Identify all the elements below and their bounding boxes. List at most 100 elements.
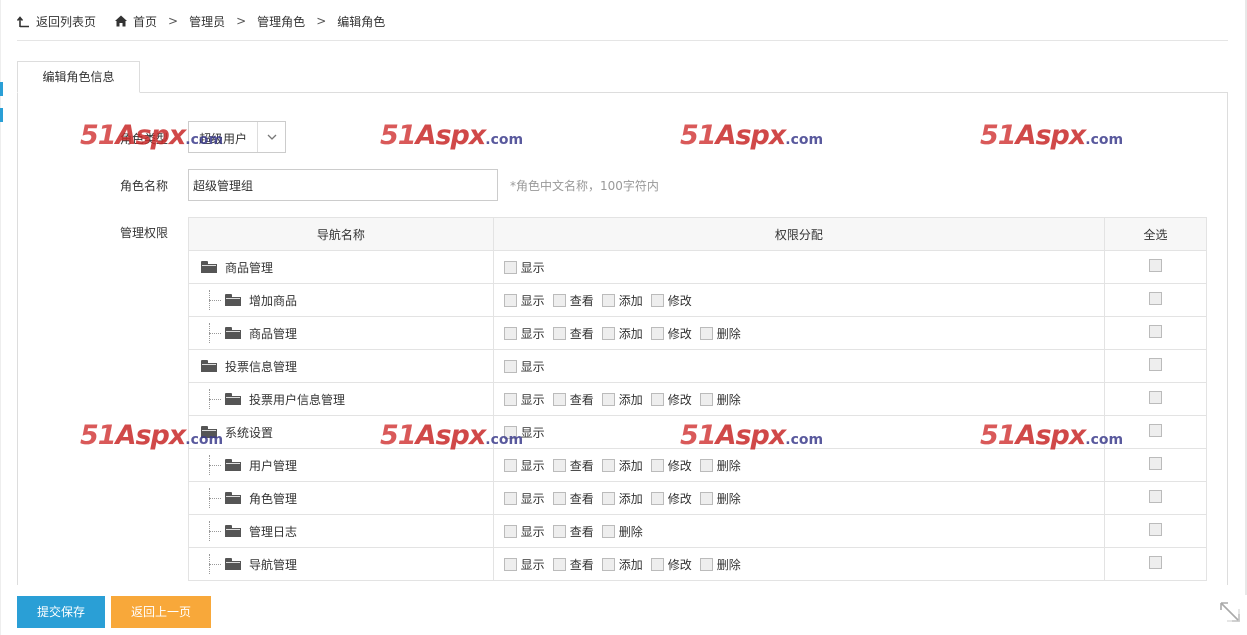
checkbox-box[interactable] xyxy=(552,392,566,406)
checkbox-box[interactable] xyxy=(503,392,517,406)
checkbox-box[interactable] xyxy=(503,557,517,571)
permission-checkbox[interactable]: 显示 xyxy=(503,259,545,276)
permission-checkbox[interactable]: 显示 xyxy=(503,292,545,309)
select-all-checkbox[interactable] xyxy=(1149,424,1163,437)
permission-checkbox[interactable]: 显示 xyxy=(503,523,545,540)
breadcrumb-admin[interactable]: 管理员 xyxy=(189,13,225,30)
checkbox-box[interactable] xyxy=(552,326,566,340)
permission-checkbox[interactable]: 显示 xyxy=(503,358,545,375)
nav-name-wrap: 导航管理 xyxy=(189,548,493,580)
checkbox-box[interactable] xyxy=(601,458,615,472)
permission-checkbox[interactable]: 删除 xyxy=(699,391,741,408)
select-all-checkbox[interactable] xyxy=(1149,457,1163,470)
checkbox-box[interactable] xyxy=(503,491,517,505)
table-row: 投票信息管理 显示 xyxy=(188,349,1207,383)
checkbox-box[interactable] xyxy=(699,458,713,472)
checkbox-box[interactable] xyxy=(503,359,517,373)
checkbox-box[interactable] xyxy=(650,557,664,571)
permission-checkbox[interactable]: 修改 xyxy=(650,457,692,474)
breadcrumb-home[interactable]: 首页 xyxy=(133,13,157,30)
permission-checkbox[interactable]: 显示 xyxy=(503,556,545,573)
select-all-checkbox[interactable] xyxy=(1149,556,1163,569)
select-all-checkbox[interactable] xyxy=(1149,523,1163,536)
permission-checkbox[interactable]: 显示 xyxy=(503,325,545,342)
permission-label: 查看 xyxy=(569,392,594,407)
checkbox-box[interactable] xyxy=(699,557,713,571)
select-all-checkbox[interactable] xyxy=(1149,358,1163,371)
select-all-checkbox[interactable] xyxy=(1149,292,1163,305)
permission-checkbox[interactable]: 修改 xyxy=(650,556,692,573)
checkbox-box[interactable] xyxy=(650,491,664,505)
permission-checkbox[interactable]: 显示 xyxy=(503,391,545,408)
tab-edit-role-info[interactable]: 编辑角色信息 xyxy=(17,61,140,93)
checkbox-box[interactable] xyxy=(503,326,517,340)
checkbox-box[interactable] xyxy=(552,458,566,472)
permission-checkbox[interactable]: 显示 xyxy=(503,424,545,441)
permission-checkbox[interactable]: 删除 xyxy=(699,325,741,342)
go-back-button[interactable]: 返回上一页 xyxy=(111,596,211,628)
permission-checkbox[interactable]: 修改 xyxy=(650,325,692,342)
checkbox-box[interactable] xyxy=(650,293,664,307)
folder-icon xyxy=(201,360,217,372)
permission-checkbox[interactable]: 添加 xyxy=(601,391,643,408)
breadcrumb: 返回列表页 首页 > 管理员 > 管理角色 > 编辑角色 xyxy=(17,11,385,31)
checkbox-box[interactable] xyxy=(552,293,566,307)
checkbox-box[interactable] xyxy=(601,326,615,340)
permission-checkbox[interactable]: 删除 xyxy=(601,523,643,540)
role-name-input[interactable] xyxy=(188,169,498,201)
permission-checkbox[interactable]: 删除 xyxy=(699,556,741,573)
checkbox-box[interactable] xyxy=(503,260,517,274)
checkbox-box[interactable] xyxy=(650,392,664,406)
select-all-checkbox[interactable] xyxy=(1149,391,1163,404)
submit-save-button[interactable]: 提交保存 xyxy=(17,596,105,628)
breadcrumb-manage-roles[interactable]: 管理角色 xyxy=(257,13,305,30)
select-all-checkbox[interactable] xyxy=(1149,325,1163,338)
permission-checkbox[interactable]: 添加 xyxy=(601,490,643,507)
permissions-wrap: 显示 xyxy=(494,251,1104,283)
checkbox-box[interactable] xyxy=(503,524,517,538)
permission-checkbox[interactable]: 查看 xyxy=(552,325,594,342)
permission-checkbox[interactable]: 删除 xyxy=(699,457,741,474)
checkbox-box[interactable] xyxy=(699,491,713,505)
checkbox-box[interactable] xyxy=(601,557,615,571)
permission-checkbox[interactable]: 查看 xyxy=(552,490,594,507)
select-all-checkbox[interactable] xyxy=(1149,490,1163,503)
permission-checkbox[interactable]: 查看 xyxy=(552,556,594,573)
permission-checkbox[interactable]: 查看 xyxy=(552,457,594,474)
permission-checkbox[interactable]: 查看 xyxy=(552,391,594,408)
checkbox-box[interactable] xyxy=(503,425,517,439)
checkbox-box[interactable] xyxy=(601,392,615,406)
permission-label: 修改 xyxy=(667,392,692,407)
checkbox-box[interactable] xyxy=(503,293,517,307)
permission-checkbox[interactable]: 修改 xyxy=(650,292,692,309)
resize-corner-icon[interactable] xyxy=(1219,601,1241,623)
select-all-cell xyxy=(1104,316,1207,350)
permission-checkbox[interactable]: 查看 xyxy=(552,523,594,540)
checkbox-box[interactable] xyxy=(552,557,566,571)
permission-checkbox[interactable]: 显示 xyxy=(503,457,545,474)
select-all-cell xyxy=(1104,547,1207,581)
checkbox-box[interactable] xyxy=(601,524,615,538)
checkbox-box[interactable] xyxy=(503,458,517,472)
select-all-checkbox[interactable] xyxy=(1149,259,1163,272)
permission-checkbox[interactable]: 显示 xyxy=(503,490,545,507)
checkbox-box[interactable] xyxy=(650,326,664,340)
role-type-select[interactable]: 超级用户 xyxy=(188,121,286,153)
checkbox-box[interactable] xyxy=(552,524,566,538)
permission-checkbox[interactable]: 添加 xyxy=(601,457,643,474)
permission-checkbox[interactable]: 删除 xyxy=(699,490,741,507)
select-all-cell xyxy=(1104,283,1207,317)
permission-checkbox[interactable]: 修改 xyxy=(650,391,692,408)
checkbox-box[interactable] xyxy=(650,458,664,472)
checkbox-box[interactable] xyxy=(601,491,615,505)
permission-checkbox[interactable]: 添加 xyxy=(601,292,643,309)
back-to-list-link[interactable]: 返回列表页 xyxy=(17,13,96,30)
checkbox-box[interactable] xyxy=(699,326,713,340)
permission-checkbox[interactable]: 添加 xyxy=(601,325,643,342)
checkbox-box[interactable] xyxy=(552,491,566,505)
checkbox-box[interactable] xyxy=(601,293,615,307)
permission-checkbox[interactable]: 修改 xyxy=(650,490,692,507)
checkbox-box[interactable] xyxy=(699,392,713,406)
permission-checkbox[interactable]: 查看 xyxy=(552,292,594,309)
permission-checkbox[interactable]: 添加 xyxy=(601,556,643,573)
